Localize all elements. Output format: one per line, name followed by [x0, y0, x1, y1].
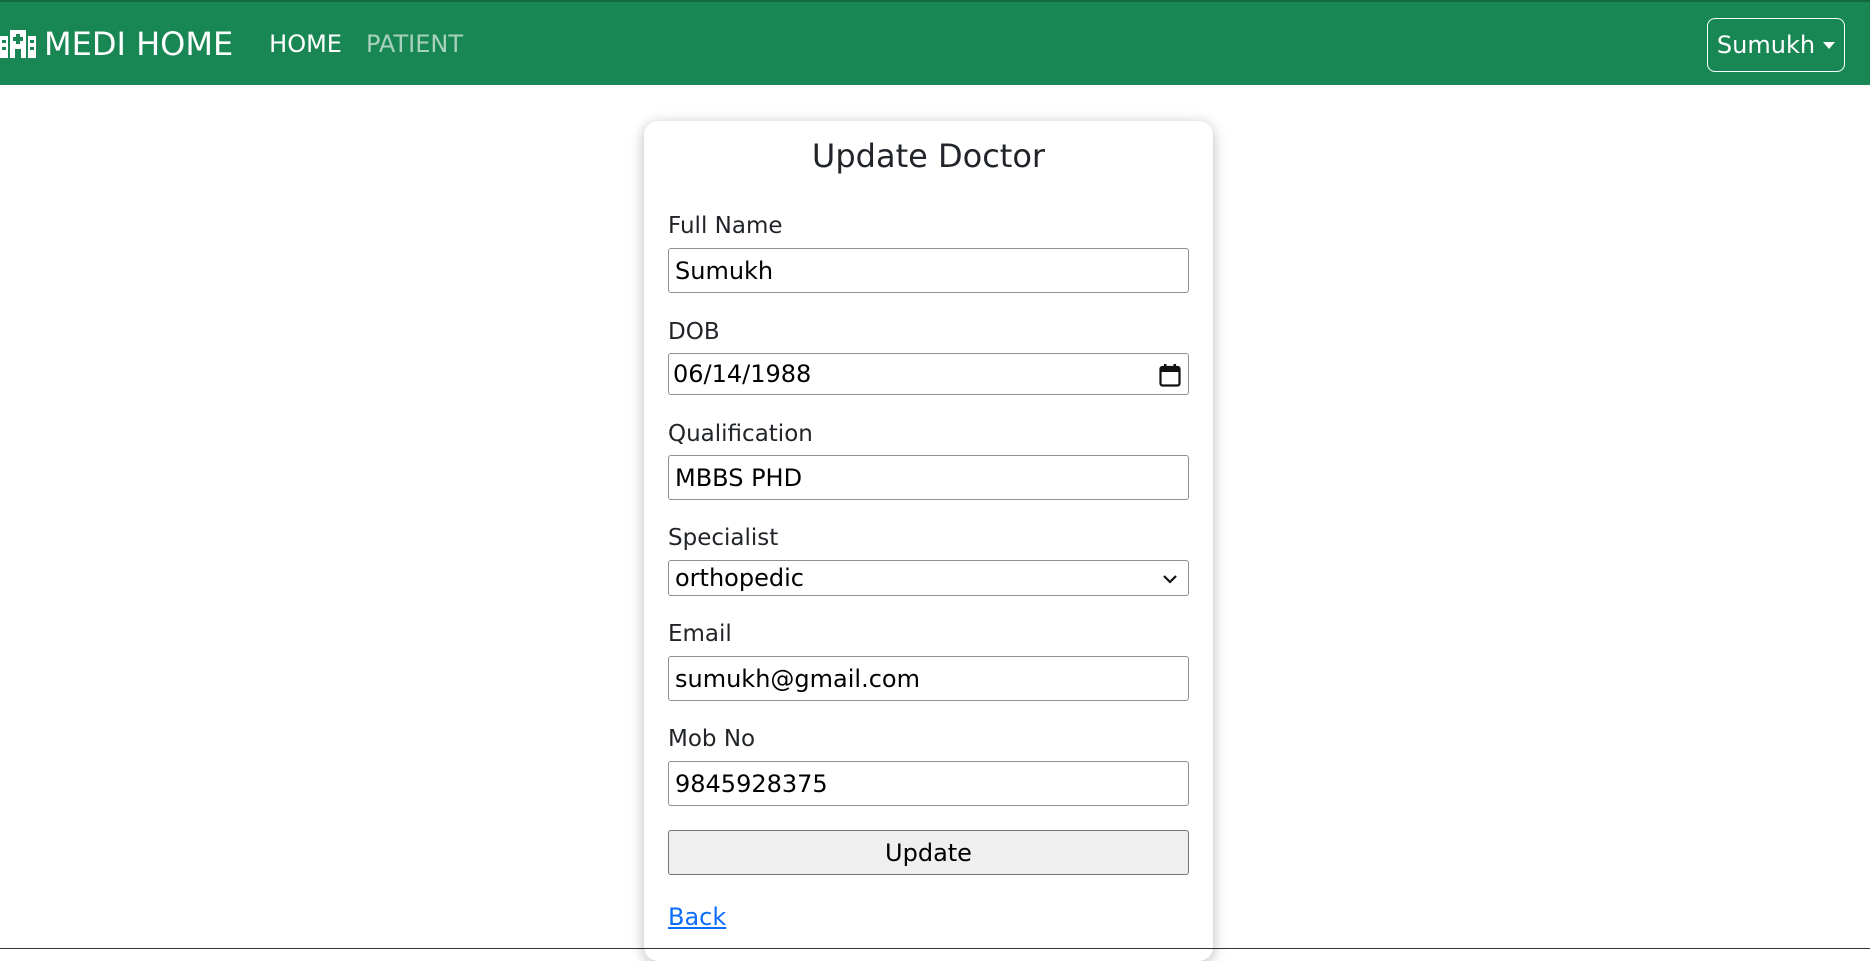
page-title: Update Doctor	[811, 137, 1046, 175]
specialist-label: Specialist	[668, 525, 779, 551]
email-label: Email	[668, 621, 732, 647]
user-menu-button[interactable]: Sumukh	[1707, 18, 1845, 72]
nav-patient-link[interactable]: PATIENT	[366, 30, 463, 58]
mob-no-input[interactable]: 9845928375	[668, 761, 1189, 806]
calendar-icon[interactable]	[1159, 363, 1181, 387]
hospital-icon	[0, 29, 36, 58]
mob-no-label: Mob No	[668, 726, 756, 752]
specialist-select[interactable]: orthopedic	[668, 560, 1189, 596]
top-navbar: MEDI HOME HOME PATIENT Sumukh	[0, 0, 1870, 85]
dob-value: 06/14/1988	[673, 360, 812, 388]
back-link[interactable]: Back	[668, 903, 726, 931]
specialist-value: orthopedic	[675, 564, 804, 592]
email-value: sumukh@gmail.com	[675, 664, 920, 693]
qualification-value: MBBS PHD	[675, 463, 803, 492]
email-input[interactable]: sumukh@gmail.com	[668, 656, 1189, 701]
full-name-label: Full Name	[668, 213, 783, 239]
brand-name: MEDI HOME	[44, 24, 234, 63]
update-doctor-card: Update Doctor Full Name Sumukh DOB 06/14…	[644, 121, 1213, 961]
caret-down-icon	[1823, 41, 1836, 49]
user-menu-label: Sumukh	[1716, 31, 1816, 59]
qualification-input[interactable]: MBBS PHD	[668, 455, 1189, 500]
nav-home-link[interactable]: HOME	[269, 30, 342, 58]
chevron-down-icon	[1163, 575, 1177, 584]
mob-no-value: 9845928375	[675, 769, 828, 798]
full-name-value: Sumukh	[675, 256, 774, 285]
full-name-input[interactable]: Sumukh	[668, 248, 1189, 293]
dob-input[interactable]: 06/14/1988	[668, 353, 1189, 395]
qualification-label: Qualification	[668, 421, 813, 447]
update-button[interactable]: Update	[668, 830, 1189, 875]
dob-label: DOB	[668, 319, 720, 345]
brand-link[interactable]: MEDI HOME	[0, 2, 233, 85]
